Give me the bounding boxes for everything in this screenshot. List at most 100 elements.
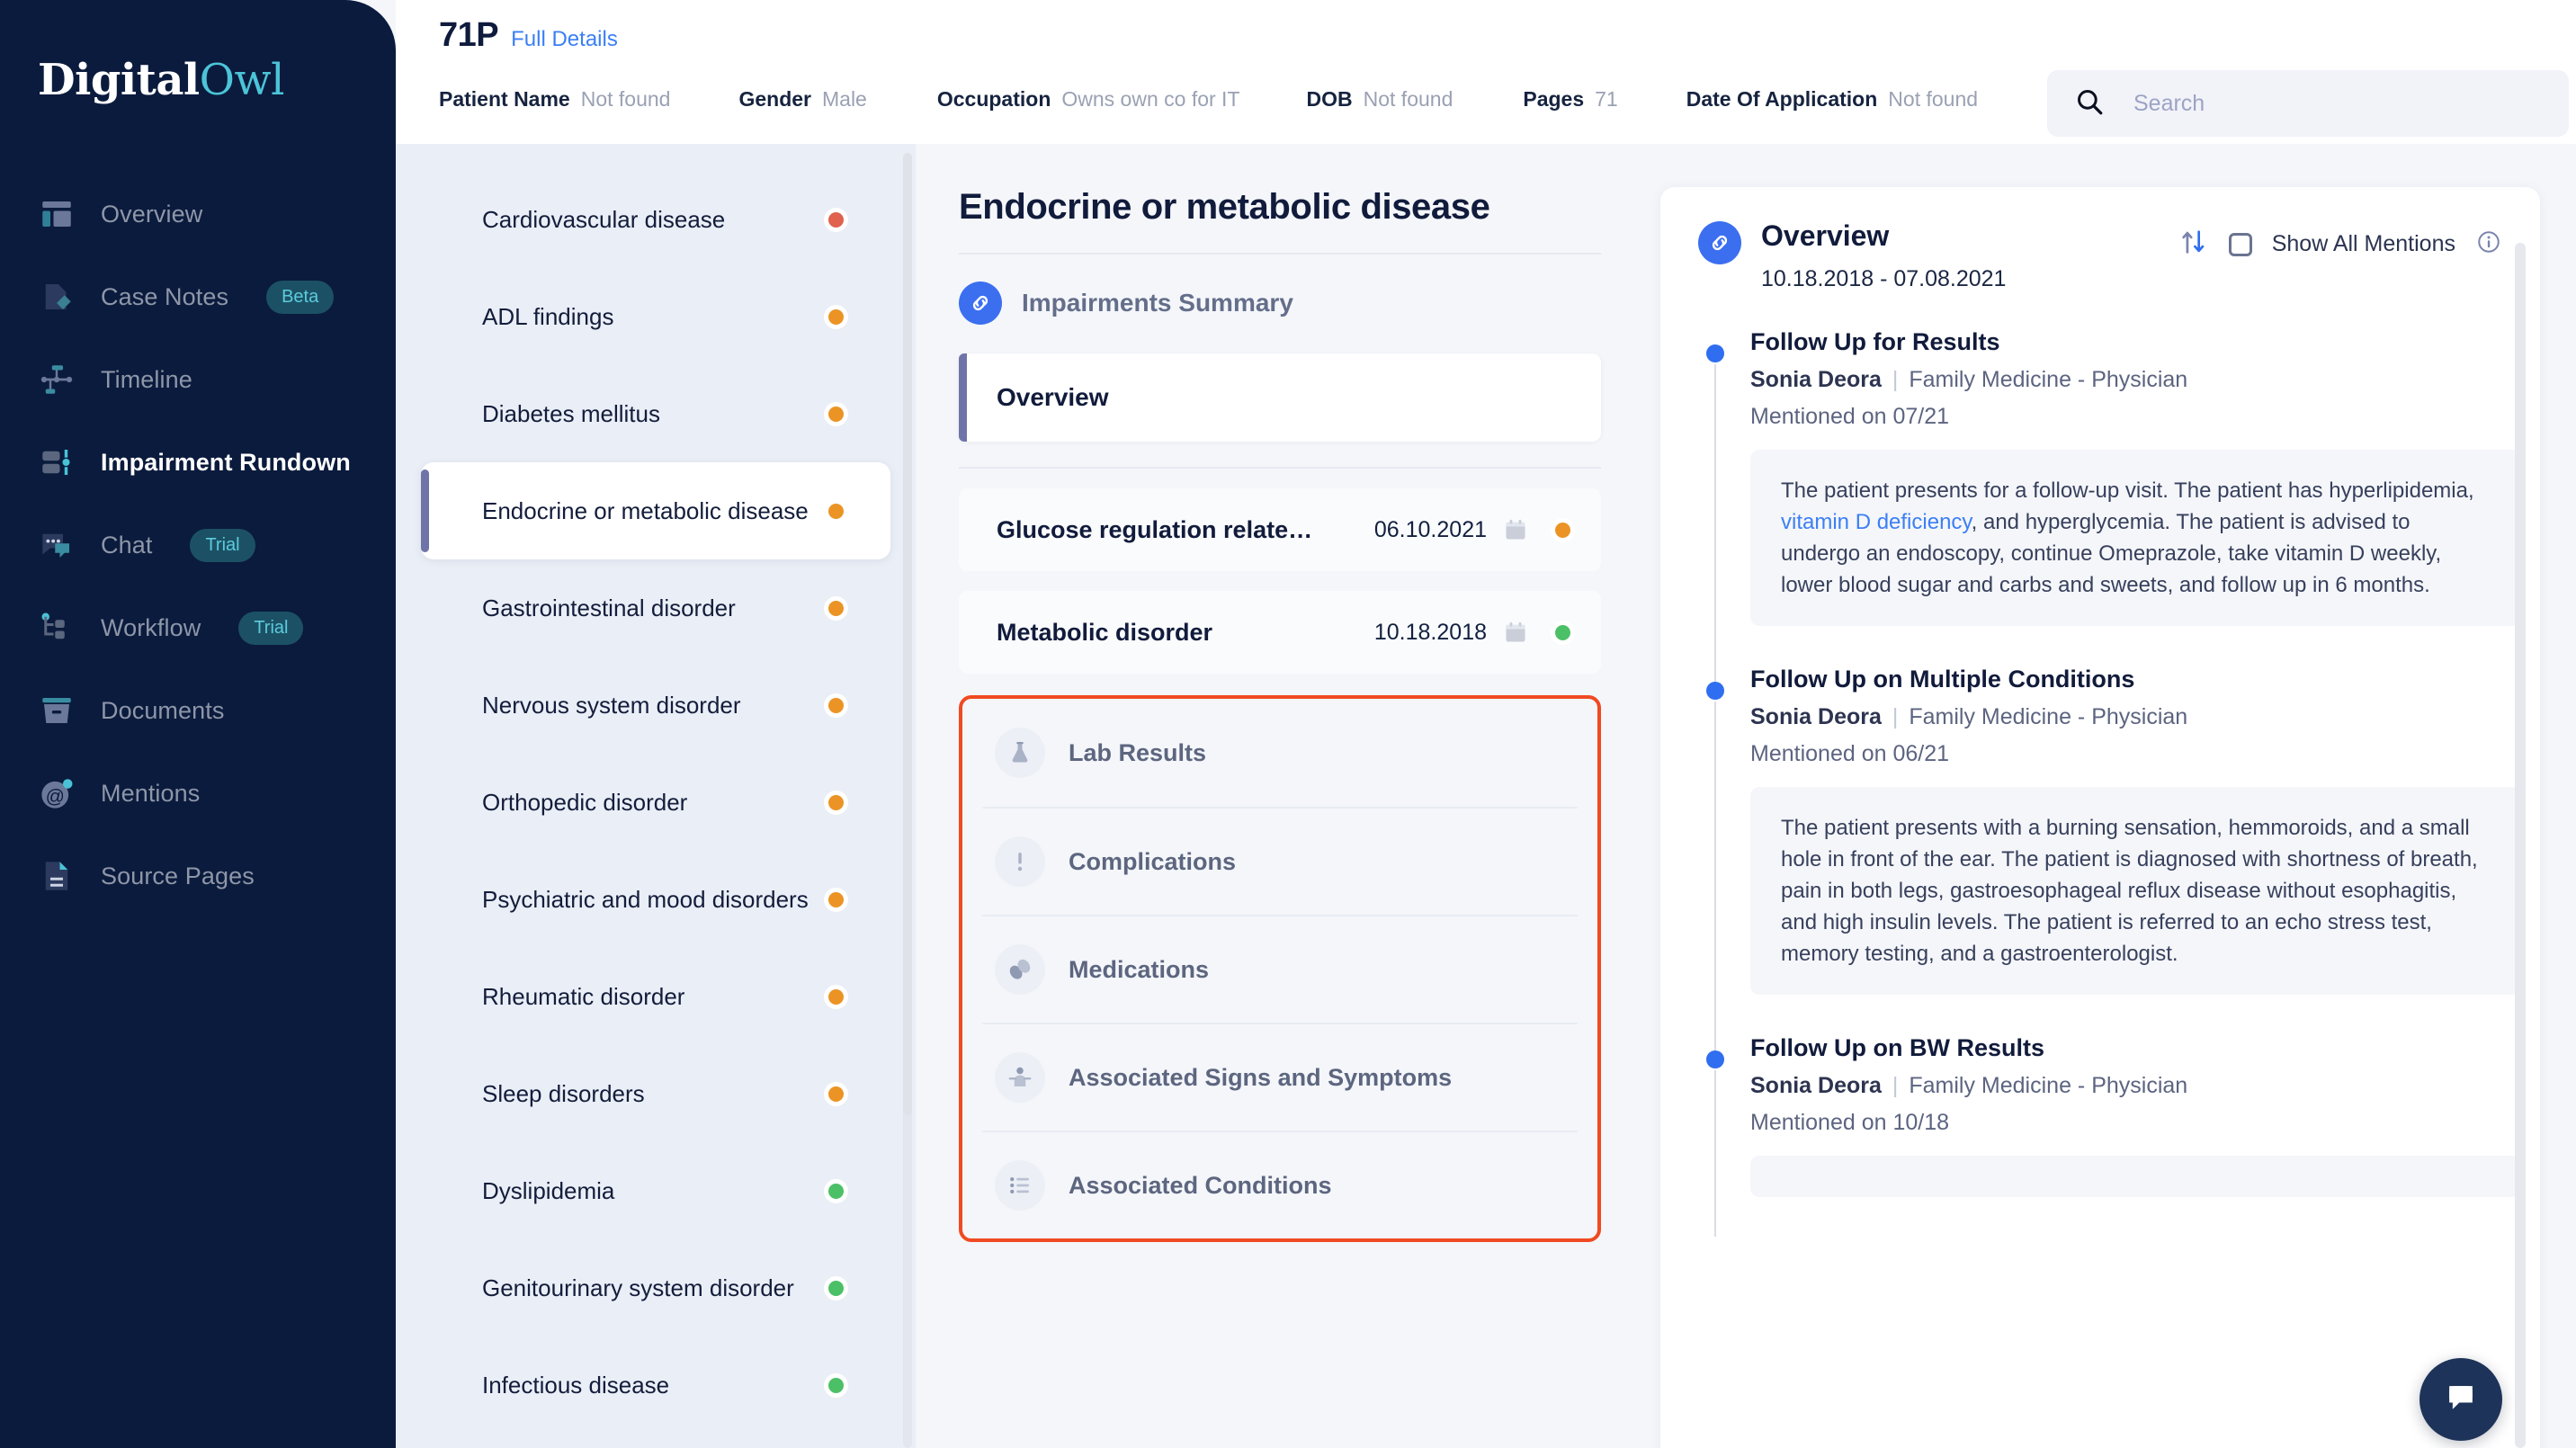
section-complications[interactable]: Complications xyxy=(982,807,1578,915)
scrollbar-thumb[interactable] xyxy=(903,153,912,1115)
condition-label: Dyslipidemia xyxy=(482,1176,615,1204)
meta-key: DOB xyxy=(1306,87,1353,111)
condition-item[interactable]: Infectious disease xyxy=(421,1336,890,1434)
show-all-mentions-checkbox[interactable] xyxy=(2228,232,2252,256)
meta-gender: Gender Male xyxy=(738,87,866,112)
conditions-scrollbar[interactable] xyxy=(903,153,912,1448)
search-box[interactable] xyxy=(2047,70,2569,137)
condition-item[interactable]: Cardiovascular disease xyxy=(421,171,890,268)
sidebar-item-documents[interactable]: Documents xyxy=(0,669,396,752)
at-mention-icon: @ xyxy=(36,773,77,814)
mention-role: Family Medicine - Physician xyxy=(1909,1073,2188,1099)
condition-label: Orthopedic disorder xyxy=(482,788,688,816)
status-dot xyxy=(828,308,844,325)
meta-value: 71 xyxy=(1595,87,1618,111)
mention-date: Mentioned on 07/21 xyxy=(1750,404,1950,429)
status-dot xyxy=(828,1183,844,1199)
chat-fab-button[interactable] xyxy=(2419,1358,2502,1441)
overview-card-label: Overview xyxy=(997,383,1109,411)
section-associated-signs-symptoms[interactable]: Associated Signs and Symptoms xyxy=(982,1023,1578,1131)
sidebar-item-label: Case Notes xyxy=(101,282,229,310)
sidebar-item-source-pages[interactable]: Source Pages xyxy=(0,835,396,917)
panel-header: Overview 10.18.2018 - 07.08.2021 Show Al… xyxy=(1660,221,2540,292)
show-all-mentions-label: Show All Mentions xyxy=(2271,231,2455,256)
meta-dob: DOB Not found xyxy=(1307,87,1453,112)
condition-item[interactable]: Dyslipidemia xyxy=(421,1142,890,1239)
mention-author: Sonia Deora xyxy=(1750,367,1882,392)
sidebar-item-mentions[interactable]: @ Mentions xyxy=(0,752,396,835)
section-label: Medications xyxy=(1069,955,1210,983)
meta-pages: Pages 71 xyxy=(1523,87,1617,112)
condition-label: Cardiovascular disease xyxy=(482,205,726,233)
impairment-row[interactable]: Metabolic disorder 10.18.2018 xyxy=(959,591,1601,674)
panel-scrollbar[interactable] xyxy=(2515,243,2526,1448)
page-title: 71P xyxy=(439,16,499,54)
sidebar-item-overview[interactable]: Overview xyxy=(0,173,396,255)
divider xyxy=(959,467,1601,469)
section-lab-results[interactable]: Lab Results xyxy=(982,699,1578,807)
full-details-link[interactable]: Full Details xyxy=(511,27,618,52)
sidebar-item-case-notes[interactable]: Case Notes Beta xyxy=(0,255,396,338)
info-icon[interactable] xyxy=(2475,228,2502,260)
condition-item[interactable]: Orthopedic disorder xyxy=(421,754,890,851)
mention-entry[interactable]: Follow Up on Multiple Conditions Sonia D… xyxy=(1698,666,2540,1055)
condition-item-selected[interactable]: Endocrine or metabolic disease xyxy=(421,462,890,559)
impairments-summary-label: Impairments Summary xyxy=(1022,289,1293,317)
condition-item[interactable]: Rheumatic disorder xyxy=(421,948,890,1045)
sidebar-item-workflow[interactable]: Workflow Trial xyxy=(0,586,396,669)
sidebar-item-timeline[interactable]: Timeline xyxy=(0,338,396,421)
section-medications[interactable]: Medications xyxy=(982,915,1578,1023)
quote-link[interactable]: vitamin D deficiency xyxy=(1781,510,1972,534)
sidebar-item-chat[interactable]: Chat Trial xyxy=(0,504,396,586)
condition-item[interactable]: Genitourinary system disorder xyxy=(421,1239,890,1336)
badge-trial: Trial xyxy=(238,611,304,645)
condition-item[interactable]: Sleep disorders xyxy=(421,1045,890,1142)
status-dot xyxy=(828,891,844,907)
condition-item[interactable]: Nervous system disorder xyxy=(421,657,890,754)
meta-value: Not found xyxy=(1363,87,1453,111)
impairment-detail-column: Endocrine or metabolic disease Impairmen… xyxy=(916,144,1635,1448)
person-symptoms-icon xyxy=(995,1052,1045,1103)
status-dot xyxy=(828,406,844,422)
condition-item[interactable]: Gastrointestinal disorder xyxy=(421,559,890,657)
app-root: DigitalOwl Overview Case Notes Beta Time… xyxy=(0,0,2576,1448)
condition-item[interactable]: ADL findings xyxy=(421,268,890,365)
mention-title: Follow Up for Results xyxy=(1750,328,2000,355)
condition-item[interactable]: Psychiatric and mood disorders xyxy=(421,851,890,948)
condition-label: Endocrine or metabolic disease xyxy=(482,496,809,524)
overview-card[interactable]: Overview xyxy=(959,353,1601,442)
rundown-icon xyxy=(36,442,77,483)
quote-before: The patient presents for a follow-up vis… xyxy=(1781,478,2474,503)
sidebar-item-label: Overview xyxy=(101,200,203,228)
mention-entry[interactable]: Follow Up on BW Results Sonia Deora | Fami… xyxy=(1698,1034,2540,1238)
condition-label: Gastrointestinal disorder xyxy=(482,594,736,621)
mention-author: Sonia Deora xyxy=(1750,1073,1882,1099)
meta-value: Not found xyxy=(580,87,671,111)
link-badge-icon xyxy=(959,282,1002,325)
status-dot xyxy=(828,1086,844,1102)
calendar-icon xyxy=(1503,620,1528,645)
meta-date-of-application: Date Of Application Not found xyxy=(1686,87,1978,112)
mention-author-row: Sonia Deora | Family Medicine - Physician xyxy=(1750,704,2188,730)
section-associated-conditions[interactable]: Associated Conditions xyxy=(982,1131,1578,1238)
sort-arrows-icon[interactable] xyxy=(2178,227,2209,262)
mention-quote: The patient presents for a follow-up vis… xyxy=(1750,450,2520,627)
sidebar-item-label: Timeline xyxy=(101,365,192,393)
impairment-row[interactable]: Glucose regulation relate… 06.10.2021 xyxy=(959,488,1601,571)
mention-date: Mentioned on 10/18 xyxy=(1750,1110,1950,1136)
note-pencil-icon xyxy=(36,276,77,317)
condition-item[interactable]: Diabetes mellitus xyxy=(421,365,890,462)
link-badge-icon xyxy=(1698,221,1741,264)
calendar-icon xyxy=(1503,517,1528,542)
impairments-summary-header: Impairments Summary xyxy=(959,282,1601,325)
panel-title-group: Overview 10.18.2018 - 07.08.2021 xyxy=(1698,221,2006,292)
status-dot xyxy=(828,794,844,810)
mention-quote-placeholder xyxy=(1750,1156,2520,1198)
svg-text:@: @ xyxy=(46,787,65,808)
sidebar-item-label: Workflow xyxy=(101,613,201,641)
quote-before: The patient presents with a burning sens… xyxy=(1781,816,2478,967)
sidebar-item-impairment-rundown[interactable]: Impairment Rundown xyxy=(0,421,396,504)
mention-entry[interactable]: Follow Up for Results Sonia Deora | Family… xyxy=(1698,328,2540,686)
mention-role: Family Medicine - Physician xyxy=(1909,704,2188,730)
search-input[interactable] xyxy=(2133,90,2511,117)
